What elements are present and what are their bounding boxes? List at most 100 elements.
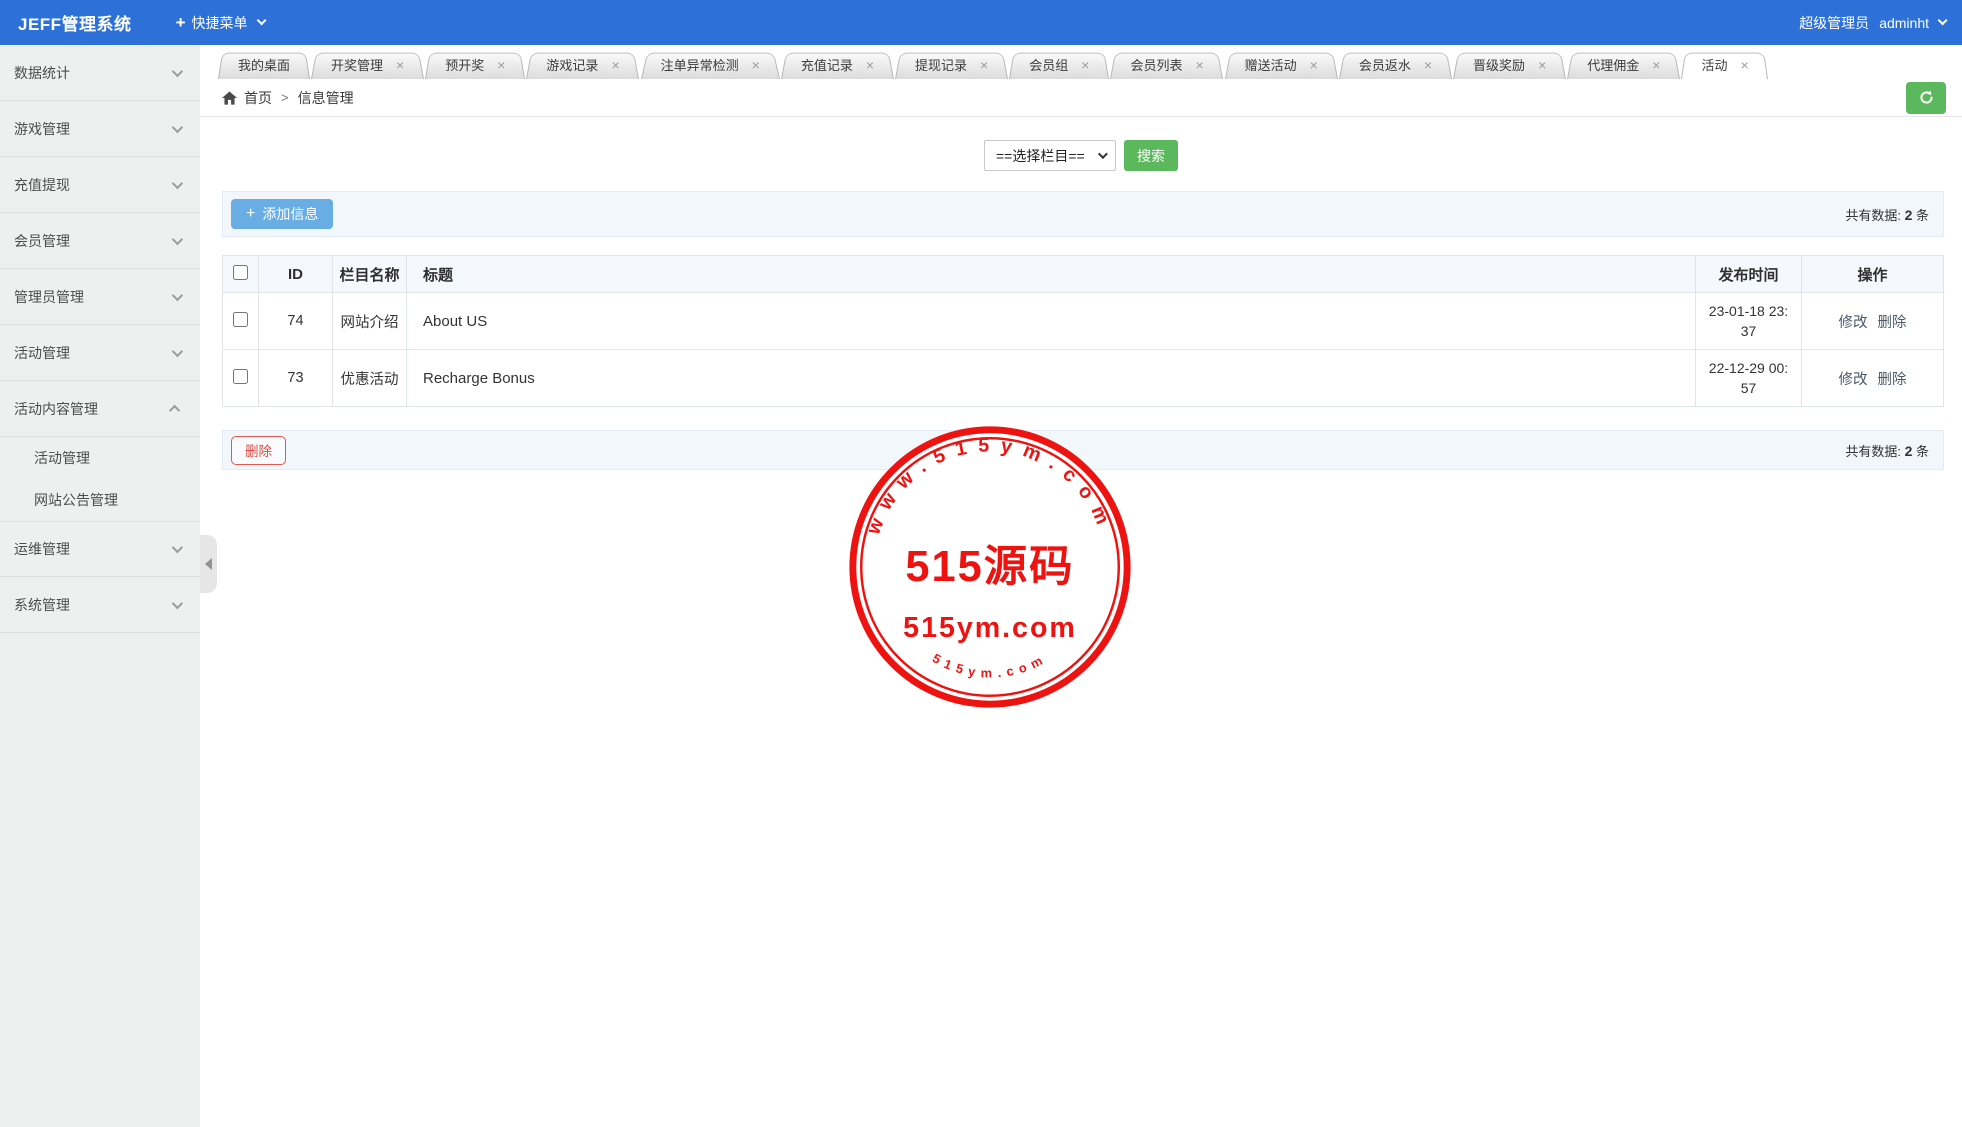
close-icon[interactable]: × — [1310, 58, 1318, 72]
cell-category: 优惠活动 — [332, 349, 407, 407]
sidebar-item[interactable]: 数据统计 — [0, 45, 200, 101]
tab-label: 会员返水 — [1358, 58, 1411, 73]
row-select-cell — [222, 292, 259, 350]
sidebar-item[interactable]: 活动管理 — [0, 325, 200, 381]
close-icon[interactable]: × — [1538, 58, 1546, 72]
sidebar-item[interactable]: 运维管理 — [0, 521, 200, 577]
cell-actions: 修改 删除 — [1801, 292, 1944, 350]
tab[interactable]: 游戏记录 × — [526, 50, 639, 79]
delete-link[interactable]: 删除 — [1878, 372, 1907, 388]
chevron-icon — [171, 541, 184, 554]
sidebar-item-label: 数据统计 — [14, 64, 70, 81]
close-icon[interactable]: × — [980, 58, 988, 72]
close-icon[interactable]: × — [497, 58, 505, 72]
sidebar-item[interactable]: 活动内容管理 — [0, 381, 200, 437]
chevron-icon — [168, 404, 181, 416]
column-header-category: 栏目名称 — [332, 255, 407, 293]
add-info-button[interactable]: + 添加信息 — [231, 199, 334, 229]
record-count: 共有数据: 2 条 — [1845, 205, 1929, 224]
sidebar-item[interactable]: 活动管理 — [0, 437, 200, 479]
cell-title: About US — [406, 292, 1696, 350]
chevron-down-icon — [1097, 149, 1108, 160]
chevron-left-icon — [205, 558, 212, 570]
tab-label: 游戏记录 — [546, 58, 599, 73]
record-count-suffix: 条 — [1912, 207, 1929, 223]
sidebar-item[interactable]: 游戏管理 — [0, 101, 200, 157]
tab[interactable]: 预开奖 × — [425, 50, 525, 79]
sidebar-item-label: 充值提现 — [14, 176, 70, 193]
tab[interactable]: 开奖管理 × — [311, 50, 424, 79]
select-all-checkbox[interactable] — [233, 264, 248, 280]
chevron-icon — [171, 65, 184, 77]
tab[interactable]: 晋级奖励 × — [1453, 50, 1566, 79]
user-role: 超级管理员 — [1799, 14, 1870, 31]
tab[interactable]: 活动 × — [1681, 50, 1768, 79]
sidebar-item[interactable]: 管理员管理 — [0, 269, 200, 325]
sidebar-item[interactable]: 系统管理 — [0, 577, 200, 633]
row-checkbox[interactable] — [233, 311, 248, 327]
edit-link[interactable]: 修改 — [1839, 372, 1868, 388]
sidebar-item[interactable]: 充值提现 — [0, 157, 200, 213]
refresh-button[interactable] — [1906, 81, 1946, 114]
chevron-down-icon — [1937, 15, 1948, 26]
category-select-value: ==选择栏目== — [996, 147, 1085, 164]
tab-label: 我的桌面 — [238, 58, 291, 73]
cell-category: 网站介绍 — [332, 292, 407, 350]
search-button[interactable]: 搜索 — [1124, 140, 1178, 171]
info-table: ID 栏目名称 标题 发布时间 操作 74 网站介绍 About US 23-0… — [222, 255, 1944, 407]
table-row: 73 优惠活动 Recharge Bonus 22-12-29 00:57 修改… — [222, 349, 1944, 407]
close-icon[interactable]: × — [1740, 58, 1748, 72]
tab[interactable]: 注单异常检测 × — [641, 50, 780, 79]
close-icon[interactable]: × — [1424, 58, 1432, 72]
tab-bar: 我的桌面 开奖管理 × 预开奖 × 游戏记录 × 注单异常检测 × 充值记录 ×… — [200, 45, 1962, 79]
filter-bar: ==选择栏目== 搜索 — [200, 140, 1962, 171]
close-icon[interactable]: × — [396, 58, 404, 72]
column-header-time: 发布时间 — [1695, 255, 1802, 293]
close-icon[interactable]: × — [1081, 58, 1089, 72]
tab[interactable]: 会员返水 × — [1339, 50, 1452, 79]
tab[interactable]: 代理佣金 × — [1567, 50, 1680, 79]
stamp-inner-ring — [860, 437, 1120, 697]
column-header-title: 标题 — [406, 255, 1696, 293]
chevron-icon — [171, 233, 184, 245]
breadcrumb-home[interactable]: 首页 — [244, 88, 272, 108]
home-icon — [222, 90, 237, 105]
row-checkbox[interactable] — [233, 368, 248, 384]
close-icon[interactable]: × — [1652, 58, 1660, 72]
record-count: 共有数据: 2 条 — [1845, 441, 1929, 460]
quick-menu-button[interactable]: + 快捷菜单 — [176, 13, 267, 33]
tab[interactable]: 提现记录 × — [895, 50, 1008, 79]
tab[interactable]: 会员组 × — [1009, 50, 1109, 79]
edit-link[interactable]: 修改 — [1839, 315, 1868, 331]
breadcrumb-separator: > — [281, 90, 289, 105]
sidebar-item-label: 运维管理 — [14, 541, 70, 557]
username: adminht — [1879, 14, 1929, 31]
close-icon[interactable]: × — [752, 58, 760, 72]
bulk-delete-button[interactable]: 删除 — [231, 435, 286, 465]
tab-label: 赠送活动 — [1244, 58, 1297, 73]
close-icon[interactable]: × — [1195, 58, 1203, 72]
sidebar-collapse-handle[interactable] — [200, 535, 217, 593]
tab[interactable]: 赠送活动 × — [1225, 50, 1338, 79]
tab-label: 开奖管理 — [331, 58, 384, 73]
record-count-prefix: 共有数据: — [1845, 207, 1905, 223]
category-select[interactable]: ==选择栏目== — [984, 140, 1116, 171]
close-icon[interactable]: × — [866, 58, 874, 72]
admin-page: JEFF管理系统 + 快捷菜单 超级管理员 adminht 数据统计 游戏管理 — [0, 0, 1962, 1127]
tab[interactable]: 会员列表 × — [1110, 50, 1223, 79]
delete-link[interactable]: 删除 — [1878, 315, 1907, 331]
select-all-cell — [222, 255, 259, 293]
main-area: 我的桌面 开奖管理 × 预开奖 × 游戏记录 × 注单异常检测 × 充值记录 ×… — [200, 45, 1962, 1127]
close-icon[interactable]: × — [611, 58, 619, 72]
footer-bar: 删除 共有数据: 2 条 — [222, 430, 1944, 470]
cell-title: Recharge Bonus — [406, 349, 1696, 407]
sidebar-item[interactable]: 会员管理 — [0, 213, 200, 269]
sidebar-item[interactable]: 网站公告管理 — [0, 479, 200, 521]
user-menu[interactable]: 超级管理员 adminht — [1799, 13, 1948, 33]
tab[interactable]: 我的桌面 — [218, 50, 310, 79]
tab-label: 晋级奖励 — [1473, 58, 1526, 73]
tab-label: 会员列表 — [1130, 58, 1183, 73]
chevron-icon — [171, 345, 184, 357]
cell-publish-time: 22-12-29 00:57 — [1695, 349, 1802, 407]
tab[interactable]: 充值记录 × — [781, 50, 894, 79]
